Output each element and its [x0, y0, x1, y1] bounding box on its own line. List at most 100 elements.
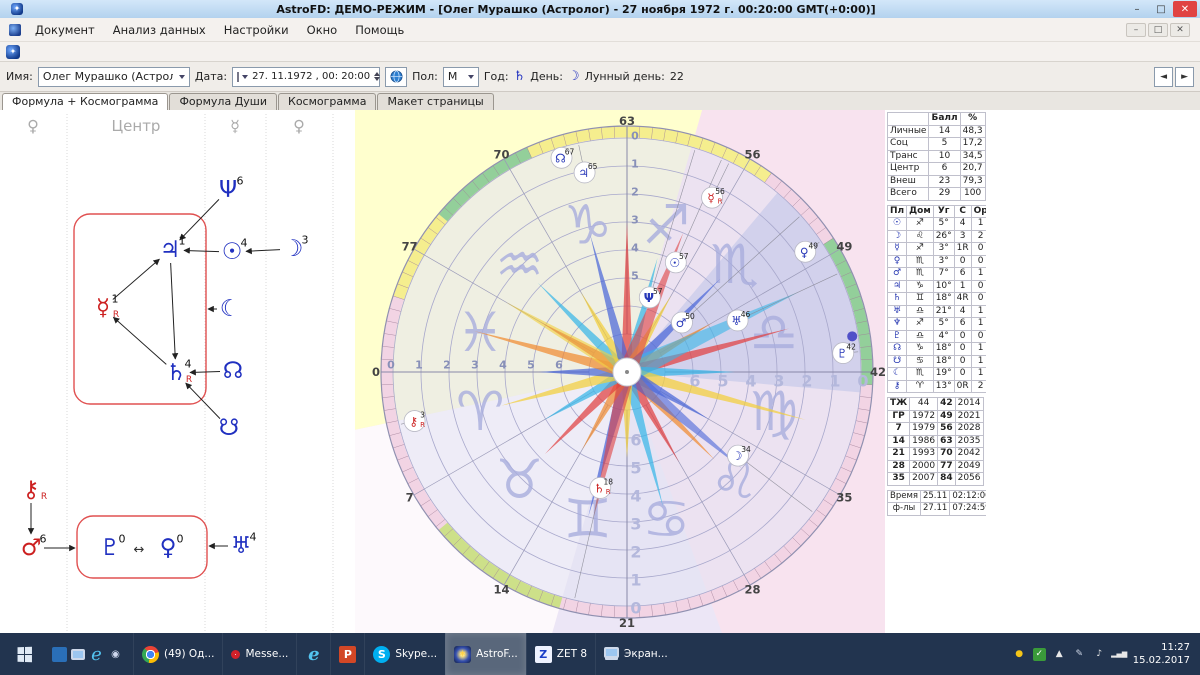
table-row: ♃♑10°10	[888, 280, 991, 293]
up-arrow-icon[interactable]: ▲	[1053, 648, 1066, 661]
windows-logo-icon	[17, 646, 31, 662]
table-row: 352007842056	[888, 473, 984, 486]
svg-text:♅: ♅	[231, 533, 252, 559]
menu-analysis[interactable]: Анализ данных	[104, 21, 215, 39]
chart-planet-mercury[interactable]: ☿56R	[702, 187, 725, 208]
taskbar-app-label: Экран...	[624, 648, 668, 660]
ie-small-icon[interactable]: e	[89, 647, 104, 662]
age-label-56: 56	[744, 148, 760, 162]
globe-button[interactable]	[385, 67, 407, 87]
taskbar-app-opera[interactable]: Messe...	[222, 633, 296, 675]
table-row: ☊♑18°01	[888, 343, 991, 356]
record-nav: ◄ ►	[1154, 67, 1194, 87]
network-icon[interactable]: ▂▄▆	[1113, 648, 1126, 661]
svg-text:0: 0	[177, 533, 184, 546]
svg-text:♀: ♀	[160, 535, 177, 561]
day-label: День:	[530, 70, 563, 83]
table-row: Центр620,7	[888, 163, 986, 176]
header-row: ПлДомУгСОр	[888, 205, 991, 218]
notify-yellow-icon[interactable]: ●	[1013, 648, 1026, 661]
taskbar-app-zet[interactable]: ZZET 8	[526, 633, 595, 675]
taskbar-app-skype[interactable]: SSkype...	[364, 633, 445, 675]
table-row: 211993702042	[888, 448, 984, 461]
date-label: Дата:	[195, 70, 227, 83]
current-age-marker	[847, 331, 857, 341]
eye-icon[interactable]: ◉	[108, 647, 123, 662]
table-row: Личные1448,3	[888, 125, 986, 138]
taskbar-app-powerpoint[interactable]: P	[330, 633, 364, 675]
monitor-icon[interactable]	[71, 649, 85, 660]
start-button[interactable]	[0, 633, 48, 675]
svg-text:3: 3	[302, 234, 309, 247]
table-row: ГР1972492021	[888, 410, 984, 423]
tab-formula-cosmogram[interactable]: Формула + Космограмма	[2, 93, 168, 111]
minimize-icon[interactable]: –	[1125, 1, 1149, 17]
table-row: ⚷♈13°0R2	[888, 380, 991, 393]
table-row: ☽♌26°32	[888, 230, 991, 243]
sex-combobox[interactable]: М	[443, 67, 479, 87]
svg-text:4: 4	[241, 237, 248, 250]
tab-page-layout[interactable]: Макет страницы	[377, 93, 493, 110]
svg-text:0: 0	[857, 372, 868, 391]
prev-record-button[interactable]: ◄	[1154, 67, 1173, 87]
date-value: 27. 11.1972 , 00: 20:00	[252, 71, 370, 82]
svg-text:3: 3	[630, 515, 641, 534]
age-label-21: 21	[619, 616, 635, 630]
sex-value: М	[448, 70, 462, 83]
table-row: ☾♏19°01	[888, 368, 991, 381]
formula-planet-mercury: ☿1R	[96, 293, 119, 322]
shield-icon[interactable]: ✓	[1033, 648, 1046, 661]
close-icon[interactable]: ✕	[1173, 1, 1197, 17]
formula-planet-saturn: ♄4R	[166, 358, 192, 387]
taskbar-app-screen[interactable]: Экран...	[595, 633, 676, 675]
date-input[interactable]: 27. 11.1972 , 00: 20:00	[232, 67, 380, 87]
svg-text:☊: ☊	[223, 358, 243, 384]
menu-window[interactable]: Окно	[298, 21, 347, 39]
svg-text:☿: ☿	[707, 191, 714, 205]
child-restore-icon[interactable]: □	[1148, 23, 1168, 37]
name-combobox[interactable]: Олег Мурашко (Астролог)	[38, 67, 190, 87]
menu-settings[interactable]: Настройки	[215, 21, 298, 39]
svg-text:6: 6	[40, 533, 47, 546]
next-record-button[interactable]: ►	[1175, 67, 1194, 87]
taskbar-app-astrofd[interactable]: ✶AstroF...	[445, 633, 526, 675]
tab-cosmogram[interactable]: Космограмма	[278, 93, 376, 110]
formula-planet-lilith: ☾	[220, 296, 241, 322]
score-table: Балл%Личные1448,3Соц517,2Транс1034,5Цент…	[887, 112, 986, 201]
chart-planet-chiron[interactable]: ⚷3R	[404, 411, 425, 432]
chevron-down-icon	[468, 75, 474, 79]
tab-soul-formula[interactable]: Формула Души	[169, 93, 277, 110]
table-row: ф-лы27.1107:24:59	[888, 503, 994, 516]
svg-text:☿: ☿	[96, 295, 110, 321]
child-minimize-icon[interactable]: –	[1126, 23, 1146, 37]
age-label-42: 42	[870, 365, 885, 379]
svg-text:6: 6	[630, 431, 641, 450]
astrofd-window: ✦ AstroFD: ДЕМО-РЕЖИМ - [Олег Мурашко (А…	[0, 0, 1200, 675]
chart-planet-saturn[interactable]: ♄18R	[590, 477, 613, 498]
menu-document[interactable]: Документ	[26, 21, 104, 39]
app-logo-icon: ✦	[11, 3, 23, 15]
svg-text:34: 34	[741, 445, 751, 454]
svg-text:⚷: ⚷	[23, 477, 40, 503]
display-icon[interactable]	[52, 647, 67, 662]
maximize-icon[interactable]: □	[1149, 1, 1173, 17]
date-spinner[interactable]	[374, 72, 380, 81]
powerpoint-icon: P	[339, 646, 356, 663]
sex-label: Пол:	[412, 70, 438, 83]
speaker-icon[interactable]: ♪	[1093, 648, 1106, 661]
svg-text:6: 6	[237, 175, 244, 188]
table-row: ♄♊18°4R0	[888, 293, 991, 306]
table-row: ☉♐5°41	[888, 218, 991, 231]
child-close-icon[interactable]: ✕	[1170, 23, 1190, 37]
menu-help[interactable]: Помощь	[346, 21, 413, 39]
taskbar-clock[interactable]: 11:27 15.02.2017	[1133, 641, 1190, 667]
age-label-77: 77	[402, 240, 418, 254]
name-label: Имя:	[6, 70, 33, 83]
taskbar-app-chrome[interactable]: (49) Од...	[133, 633, 222, 675]
table-row: ♇♎4°00	[888, 330, 991, 343]
zodiac-♋: ♋	[642, 487, 690, 550]
pen-icon[interactable]: ✎	[1073, 648, 1086, 661]
svg-text:65: 65	[588, 162, 598, 171]
astrofd-toolbar-icon[interactable]: ✦	[6, 45, 20, 59]
taskbar-app-ie[interactable]: e	[296, 633, 330, 675]
